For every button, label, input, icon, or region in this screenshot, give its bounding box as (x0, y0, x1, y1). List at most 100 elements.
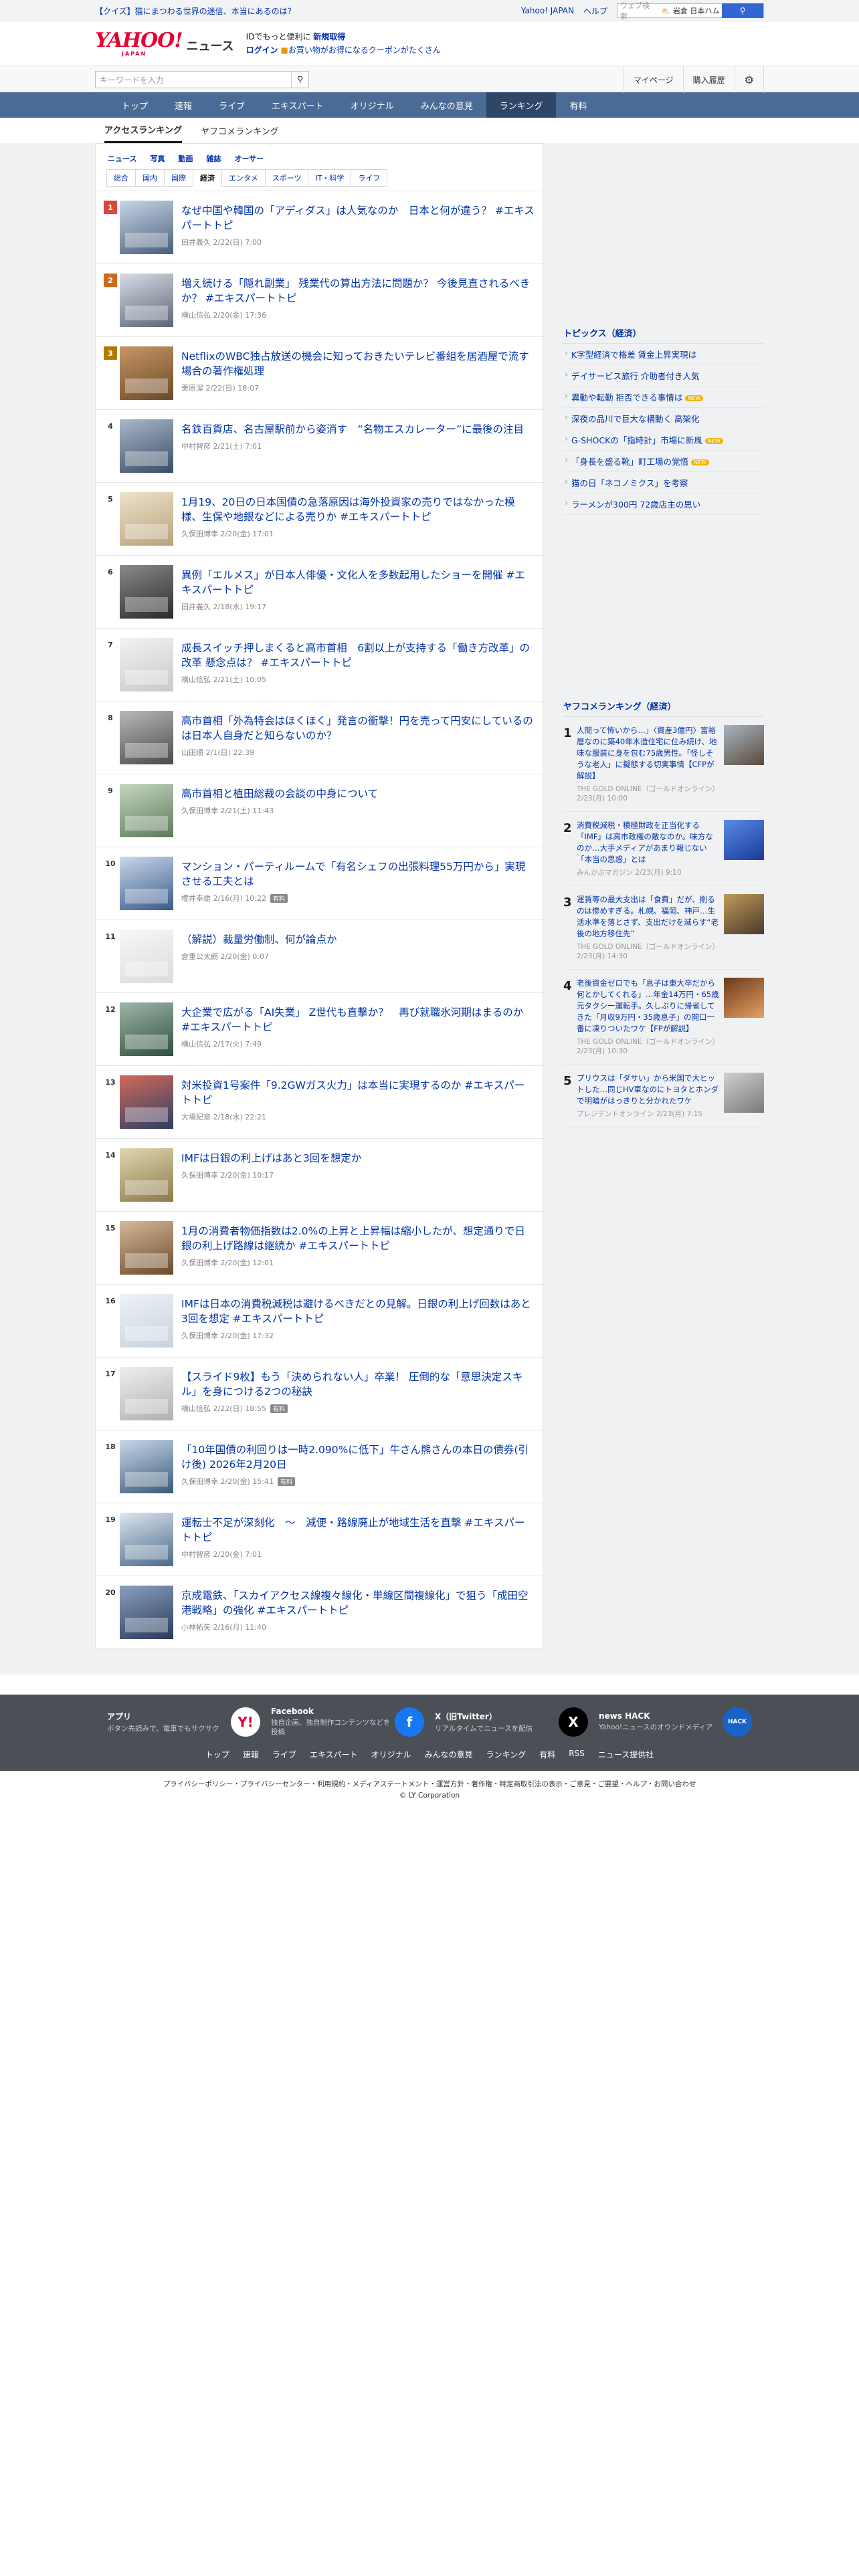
ranking-item[interactable]: 8 高市首相「外為特会はほくほく」発言の衝撃！円を売って円安にしているのは日本人自… (96, 701, 543, 774)
mypage-button[interactable]: マイページ (623, 66, 683, 93)
web-search-box[interactable]: ウェブ検索 ⛅ 岩倉 日本ハム ⚲ (617, 1, 764, 21)
nav-live[interactable]: ライブ (205, 92, 258, 118)
article-title[interactable]: （解説）裁量労働制、何が論点か (181, 932, 535, 947)
ranking-item[interactable]: 10 マンション・パーティルームで「有名シェフの出張料理55万円から」実現させる工… (96, 847, 543, 920)
ranking-item[interactable]: 11 （解説）裁量労働制、何が論点か 倉重公太朗 2/20(金) 0:07 (96, 920, 543, 992)
ranking-item[interactable]: 6 異例「エルメス」が日本人俳優・文化人を多数起用したショーを開催 #エキスパート… (96, 555, 543, 628)
footer-app-link[interactable]: X（旧Twitter） リアルタイムでニュースを配信 X (430, 1704, 593, 1739)
footer-link[interactable]: トップ (205, 1749, 229, 1760)
login-link[interactable]: ログイン (246, 45, 278, 55)
app-icon[interactable]: Y! (231, 1707, 260, 1737)
ranking-item[interactable]: 2 増え続ける「隠れ副業」 残業代の算出方法に問題か？ 今後見直されるべきか？ #… (96, 263, 543, 336)
tab-domestic[interactable]: 国内 (136, 169, 165, 187)
comment-ranking-item[interactable]: 1 人間って怖いから…」〈資産3億円〉富裕層なのに築40年木造住宅に住み続け、地味… (563, 717, 764, 812)
help-link[interactable]: ヘルプ (583, 5, 607, 17)
tab-author[interactable]: オーサー (234, 153, 264, 164)
footer-link[interactable]: ライブ (272, 1749, 296, 1760)
article-title[interactable]: 【スライド9枚】もう「決められない人」卒業！ 圧倒的な「意思決定スキル」を身につ… (181, 1370, 535, 1399)
article-title[interactable]: 対米投資1号案件「9.2GWガス火力」は本当に実現するのか #エキスパートトピ (181, 1078, 535, 1107)
article-title[interactable]: IMFは日本の消費税減税は避けるべきだとの見解。日銀の利上げ回数はあと3回を想定… (181, 1297, 535, 1326)
ranking-item[interactable]: 18 「10年国債の利回りは一時2.090%に低下」牛さん熊さんの本日の債券(引け… (96, 1430, 543, 1503)
article-thumbnail[interactable] (120, 346, 173, 400)
article-thumbnail[interactable] (120, 201, 173, 254)
tab-sports[interactable]: スポーツ (265, 169, 309, 187)
article-title[interactable]: 高市首相と植田総裁の会談の中身について (181, 786, 535, 801)
ranking-item[interactable]: 7 成長スイッチ押しまくると高市首相 6割以上が支持する「働き方改革」の改革 懸念… (96, 628, 543, 701)
article-thumbnail[interactable] (120, 1075, 173, 1129)
tab-world[interactable]: 国際 (165, 169, 193, 187)
article-title[interactable]: 1月19、20日の日本国債の急落原因は海外投資家の売りではなかった模様、生保や地… (181, 495, 535, 524)
tab-comment-ranking[interactable]: ヤフコメランキング (201, 118, 279, 143)
search-icon[interactable]: ⚲ (722, 3, 764, 18)
article-thumbnail[interactable] (120, 1586, 173, 1639)
tab-news[interactable]: ニュース (108, 153, 136, 164)
nav-paid[interactable]: 有料 (556, 92, 600, 118)
tab-video[interactable]: 動画 (178, 153, 193, 164)
article-thumbnail[interactable] (120, 1294, 173, 1348)
tab-entertainment[interactable]: エンタメ (222, 169, 266, 187)
item-title[interactable]: プリウスは「ダサい」から米国で大ヒットした…同じHV車なのにトヨタとホンダで明暗… (577, 1073, 720, 1107)
purchase-history-button[interactable]: 購入履歴 (682, 66, 735, 93)
footer-link[interactable]: ニュース提供社 (598, 1749, 654, 1760)
ranking-item[interactable]: 12 大企業で広がる「AI失業」 Z世代も直撃か？ 再び就職氷河期はまるのか #エ… (96, 992, 543, 1065)
ranking-item[interactable]: 3 NetflixのWBC独占放送の機会に知っておきたいテレビ番組を居酒屋で流す場… (96, 336, 543, 409)
item-thumbnail[interactable] (724, 894, 764, 934)
weather-location[interactable]: ⛅ 岩倉 日本ハム (659, 5, 723, 16)
nav-breaking[interactable]: 速報 (161, 92, 205, 118)
comment-ranking-item[interactable]: 2 消費税減税・積極財政を正当化する「IMF」は高市政権の敵なのか。味方なのか…大… (563, 812, 764, 886)
search-icon[interactable]: ⚲ (291, 72, 308, 88)
ranking-item[interactable]: 1 なぜ中国や韓国の「アディダス」は人気なのか 日本と何が違う？ #エキスパートト… (96, 191, 543, 263)
article-thumbnail[interactable] (120, 1148, 173, 1202)
article-thumbnail[interactable] (120, 638, 173, 691)
article-title[interactable]: 運転士不足が深刻化 〜 減便・路線廃止が地域生活を直撃 #エキスパートトピ (181, 1515, 535, 1545)
footer-link[interactable]: オリジナル (371, 1749, 411, 1760)
nav-ranking[interactable]: ランキング (486, 92, 557, 118)
nav-top[interactable]: トップ (108, 92, 161, 118)
x-icon[interactable]: X (559, 1707, 588, 1737)
nav-expert[interactable]: エキスパート (258, 92, 337, 118)
item-title[interactable]: 消費税減税・積極財政を正当化する「IMF」は高市政権の敵なのか。味方なのか…大手… (577, 820, 720, 865)
article-thumbnail[interactable] (120, 419, 173, 473)
footer-link[interactable]: みんなの意見 (425, 1749, 473, 1760)
yahoo-news-logo[interactable]: YAHOO! JAPAN ニュース (95, 30, 234, 57)
item-title[interactable]: 人間って怖いから…」〈資産3億円〉富裕層なのに築40年木造住宅に住み続け、地味な… (577, 725, 720, 782)
facebook-icon[interactable]: f (395, 1707, 424, 1737)
topic-item[interactable]: 深夜の品川で巨大な構動く 高架化 (563, 408, 764, 429)
search-input[interactable]: キーワードを入力 (96, 74, 291, 86)
comment-ranking-item[interactable]: 3 運賃等の最大支出は「食費」だが、削るのは惨めすぎる。札幌、福岡、神戸…生活水準… (563, 886, 764, 970)
topic-item[interactable]: 猫の日「ネコノミクス」を考察 (563, 472, 764, 494)
ranking-item[interactable]: 14 IMFは日銀の利上げはあと3回を想定か 久保田博幸 2/20(金) 10:17 (96, 1138, 543, 1211)
signup-link[interactable]: 新規取得 (313, 32, 345, 41)
article-thumbnail[interactable] (120, 274, 173, 327)
article-thumbnail[interactable] (120, 1221, 173, 1275)
article-title[interactable]: 異例「エルメス」が日本人俳優・文化人を多数起用したショーを開催 #エキスパートト… (181, 568, 535, 597)
tab-economy[interactable]: 経済 (193, 169, 222, 187)
tab-magazine[interactable]: 雑誌 (206, 153, 221, 164)
article-title[interactable]: 成長スイッチ押しまくると高市首相 6割以上が支持する「働き方改革」の改革 懸念点… (181, 641, 535, 670)
quiz-link[interactable]: 【クイズ】猫にまつわる世界の迷信、本当にあるのは？ (95, 5, 296, 17)
article-thumbnail[interactable] (120, 930, 173, 983)
footer-app-link[interactable]: アプリ ボタン先読みで、電車でもサクサク Y! (102, 1704, 266, 1739)
article-thumbnail[interactable] (120, 711, 173, 764)
item-thumbnail[interactable] (724, 725, 764, 765)
article-title[interactable]: なぜ中国や韓国の「アディダス」は人気なのか 日本と何が違う？ #エキスパートトピ (181, 203, 535, 233)
article-title[interactable]: 京成電鉄、「スカイアクセス線複々線化・単線区間複線化」で狙う「成田空港戦略」の強… (181, 1588, 535, 1618)
topic-item[interactable]: K字型経済で格差 賃金上昇実現は (563, 344, 764, 365)
article-title[interactable]: 名鉄百貨店、名古屋駅前から姿消す “名物エスカレーター”に最後の注目 (181, 422, 535, 437)
item-thumbnail[interactable] (724, 1073, 764, 1113)
footer-app-link[interactable]: news HACK Yahoo!ニュースのオウンドメディア HACK (593, 1704, 757, 1739)
topic-item[interactable]: ラーメンが300円 72歳店主の思い (563, 494, 764, 515)
article-thumbnail[interactable] (120, 565, 173, 619)
article-title[interactable]: NetflixのWBC独占放送の機会に知っておきたいテレビ番組を居酒屋で流す場合… (181, 349, 535, 379)
article-thumbnail[interactable] (120, 1440, 173, 1493)
item-title[interactable]: 運賃等の最大支出は「食費」だが、削るのは惨めすぎる。札幌、福岡、神戸…生活水準を… (577, 894, 720, 940)
comment-ranking-item[interactable]: 4 老後資金ゼロでも「息子は東大卒だから何とかしてくれる」…年金14万円・65歳元… (563, 970, 764, 1065)
item-thumbnail[interactable] (724, 820, 764, 860)
article-thumbnail[interactable] (120, 1513, 173, 1566)
article-title[interactable]: 1月の消費者物価指数は2.0%の上昇と上昇幅は縮小したが、想定通りで日銀の利上げ… (181, 1224, 535, 1253)
ranking-item[interactable]: 16 IMFは日本の消費税減税は避けるべきだとの見解。日銀の利上げ回数はあと3回を… (96, 1284, 543, 1357)
ranking-item[interactable]: 13 対米投資1号案件「9.2GWガス火力」は本当に実現するのか #エキスパートト… (96, 1065, 543, 1138)
gear-icon[interactable]: ⚙ (734, 66, 764, 93)
tab-access-ranking[interactable]: アクセスランキング (104, 118, 182, 143)
tab-general[interactable]: 総合 (106, 169, 136, 187)
